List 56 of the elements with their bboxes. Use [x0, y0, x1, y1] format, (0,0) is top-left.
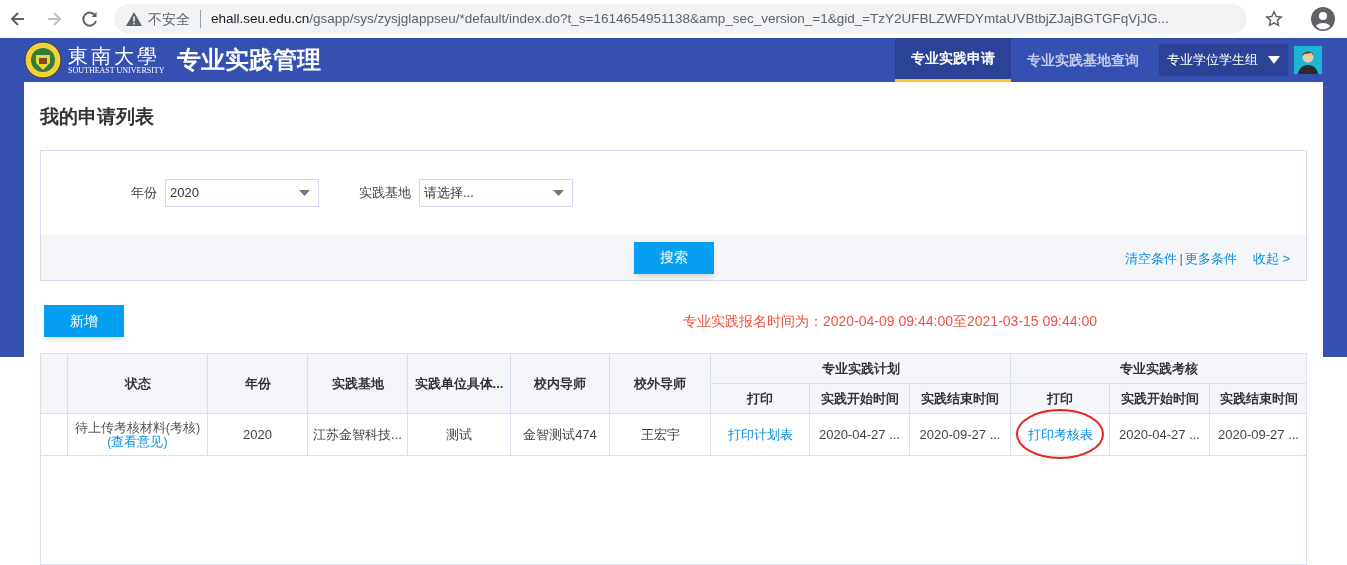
collapse-link[interactable]: 收起 >	[1252, 249, 1290, 269]
table-cell: 2020	[208, 414, 308, 456]
address-bar[interactable]: 不安全 ehall.seu.edu.cn/gsapp/sys/zysjglappseu/*default/index.do?t_s=1614654951138&amp_sec_version_=1&gid_=TzY2UFBLZWFDYmtaUVBtbjZJajBGTGFqVjJG...	[114, 4, 1247, 34]
table-cell: 2020-04-27 ...	[810, 414, 910, 456]
separator: |	[1179, 250, 1183, 268]
clear-conditions-link[interactable]: 清空条件	[1125, 249, 1178, 269]
print-link[interactable]: 打印计划表	[727, 424, 793, 445]
status-text: 待上传考核材料(考核)	[74, 420, 201, 435]
table-cell: 测试	[408, 414, 511, 456]
bookmark-star-icon[interactable]	[1265, 10, 1283, 28]
column-header: 实践单位具体...	[408, 354, 511, 414]
column-header: 实践结束时间	[910, 384, 1011, 414]
app-title: 专业实践管理	[176, 45, 321, 75]
search-button[interactable]: 搜索	[633, 241, 714, 274]
column-header: 实践开始时间	[810, 384, 910, 414]
column-header: 打印	[711, 384, 810, 414]
security-label: 不安全	[148, 9, 190, 29]
page-title: 我的申请列表	[40, 105, 155, 129]
role-dropdown[interactable]: 专业学位学生组	[1159, 44, 1288, 76]
university-logo-text: 東南大學	[68, 45, 161, 66]
nav-tab[interactable]: 专业实践申请	[895, 38, 1011, 82]
column-header: 校内导师	[511, 354, 610, 414]
filter-label: 实践基地	[359, 184, 411, 203]
account-icon[interactable]	[1311, 7, 1335, 31]
column-header: 年份	[208, 354, 308, 414]
dropdown-caret-icon	[553, 190, 564, 196]
add-button[interactable]: 新增	[44, 305, 124, 337]
more-conditions-link[interactable]: 更多条件	[1184, 249, 1237, 269]
university-emblem-icon	[24, 41, 62, 79]
select-field[interactable]: 请选择...	[419, 179, 573, 207]
dropdown-caret-icon	[299, 190, 310, 196]
column-header: 校外导师	[610, 354, 711, 414]
avatar-icon[interactable]	[1294, 46, 1322, 74]
table-cell: 王宏宇	[610, 414, 711, 456]
column-header: 状态	[68, 354, 208, 414]
column-header: 实践结束时间	[1210, 384, 1306, 414]
caret-icon	[1268, 56, 1280, 64]
reload-icon[interactable]	[80, 9, 100, 29]
table-cell: 江苏金智科技...	[308, 414, 408, 456]
select-field[interactable]: 2020	[165, 179, 319, 207]
url-text: ehall.seu.edu.cn/gsapp/sys/zysjglappseu/*default/index.do?t_s=1614654951138&amp_sec_version_=1&gid_=TzY2UFBLZWFDYmtaUVBtbjZJajBGTGFqVjJG...	[211, 9, 1169, 28]
filter-label: 年份	[131, 184, 157, 203]
table-cell: 2020-09-27 ...	[910, 414, 1011, 456]
column-header: 实践开始时间	[1110, 384, 1210, 414]
column-header: 打印	[1011, 384, 1110, 414]
table-cell: 2020-09-27 ...	[1210, 414, 1306, 456]
column-header: 实践基地	[308, 354, 408, 414]
warning-icon	[126, 12, 142, 26]
table-cell: 2020-04-27 ...	[1110, 414, 1210, 456]
university-logo-subtext: SOUTHEAST UNIVERSITY	[68, 66, 165, 75]
registration-notice: 专业实践报名时间为：2020-04-09 09:44:00至2021-03-15 09:44:00	[683, 311, 1097, 331]
column-group-header: 专业实践计划	[711, 354, 1011, 384]
column-group-header: 专业实践考核	[1011, 354, 1306, 384]
table-cell: 金智测试474	[511, 414, 610, 456]
view-comments-link[interactable]: (查看意见)	[107, 434, 168, 449]
nav-tab[interactable]: 专业实践基地查询	[1011, 38, 1155, 82]
